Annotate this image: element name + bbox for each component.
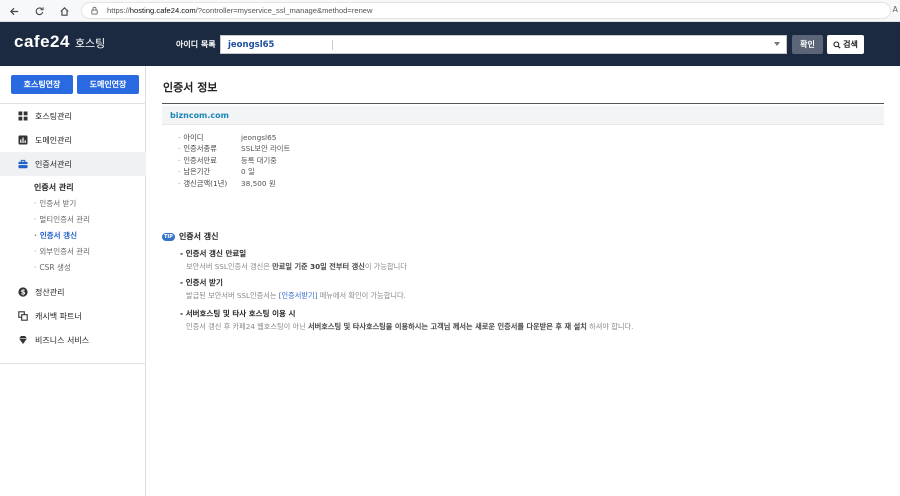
diamond-icon [18, 335, 28, 345]
url-text: https://hosting.cafe24.com/?controller=m… [107, 6, 373, 15]
copy-icon [18, 311, 28, 321]
sidebar-item-billing[interactable]: $ 정산관리 [0, 280, 146, 304]
browser-toolbar: https://hosting.cafe24.com/?controller=m… [0, 0, 900, 22]
svg-text:$: $ [21, 289, 26, 297]
search-button[interactable]: 검색 [827, 35, 864, 54]
domain-name: bizncom.com [170, 110, 230, 120]
tip-item: 인증서 갱신 만료일 보안서버 SSL인증서 갱신은 만료일 기준 30일 전부… [180, 248, 407, 272]
address-bar[interactable]: https://hosting.cafe24.com/?controller=m… [81, 2, 891, 19]
sub-menu-heading: 인증서 관리 [34, 183, 74, 192]
info-row: 남은기간0 일 [178, 167, 290, 179]
hosting-renew-button[interactable]: 호스팅연장 [11, 75, 73, 94]
divider [0, 363, 146, 364]
cafe24-logo[interactable]: cafe24 호스팅 [14, 32, 105, 52]
confirm-button[interactable]: 확인 [792, 35, 823, 54]
sub-item-multi-certificate[interactable]: · 멀티인증서 관리 [34, 214, 90, 225]
domain-bar: bizncom.com [162, 106, 884, 125]
info-row: 갱신금액(1년)38,500 원 [178, 178, 290, 190]
divider [332, 40, 333, 50]
reload-icon[interactable] [31, 3, 47, 19]
main-content: 인증서 정보 bizncom.com 아이디jeongsl65 인증서종류SSL… [146, 66, 900, 496]
id-select[interactable]: jeongsl65 [220, 35, 787, 54]
tip-item: 서버호스팅 및 타사 호스팅 이용 시 인증서 갱신 후 카페24 웹호스팅이 … [180, 308, 634, 332]
sidebar-item-certificate[interactable]: 인증서관리 [0, 152, 146, 176]
bar-chart-icon [18, 135, 28, 145]
briefcase-icon [18, 159, 28, 169]
sub-item-external-certificate[interactable]: · 외부인증서 관리 [34, 246, 90, 257]
info-row: 아이디jeongsl65 [178, 132, 290, 144]
site-header: cafe24 호스팅 아이디 목록 jeongsl65 확인 검색 [0, 22, 900, 66]
tip-heading: TIP 인증서 갱신 [162, 232, 219, 241]
certificate-info-list: 아이디jeongsl65 인증서종류SSL보안 라이트 인증서만료등록 대기중 … [178, 132, 290, 190]
info-row: 인증서종류SSL보안 라이트 [178, 144, 290, 156]
read-aloud-icon[interactable]: A [893, 5, 898, 14]
info-row: 인증서만료등록 대기중 [178, 155, 290, 167]
sidebar: 호스팅연장 도메인연장 호스팅관리 도메인관리 인증서관리 인증서 관리 · 인증… [0, 66, 146, 496]
back-icon[interactable] [6, 3, 22, 19]
get-certificate-link[interactable]: [인증서받기] [279, 291, 318, 300]
page-title: 인증서 정보 [163, 81, 218, 94]
id-list-label: 아이디 목록 [176, 40, 216, 49]
tip-badge: TIP [162, 232, 175, 241]
domain-renew-button[interactable]: 도메인연장 [77, 75, 139, 94]
tip-item: 인증서 받기 발급된 보안서버 SSL인증서는 [인증서받기] 메뉴에서 확인이… [180, 277, 406, 301]
chevron-down-icon[interactable] [774, 42, 780, 46]
sub-item-csr-create[interactable]: · CSR 생성 [34, 262, 71, 273]
divider [162, 103, 884, 104]
search-icon [833, 40, 841, 49]
sidebar-item-domain[interactable]: 도메인관리 [0, 128, 146, 152]
dollar-icon: $ [18, 287, 28, 297]
sidebar-item-hosting[interactable]: 호스팅관리 [0, 104, 146, 128]
sub-item-renew-certificate[interactable]: · 인증서 갱신 [34, 230, 77, 241]
sidebar-item-cashback[interactable]: 캐시백 파트너 [0, 304, 146, 328]
home-icon[interactable] [56, 3, 72, 19]
sidebar-item-business[interactable]: 비즈니스 서비스 [0, 328, 146, 352]
sub-item-get-certificate[interactable]: · 인증서 받기 [34, 198, 76, 209]
id-select-value: jeongsl65 [228, 39, 275, 50]
grid-icon [18, 111, 28, 121]
site-info-icon[interactable] [90, 6, 99, 15]
